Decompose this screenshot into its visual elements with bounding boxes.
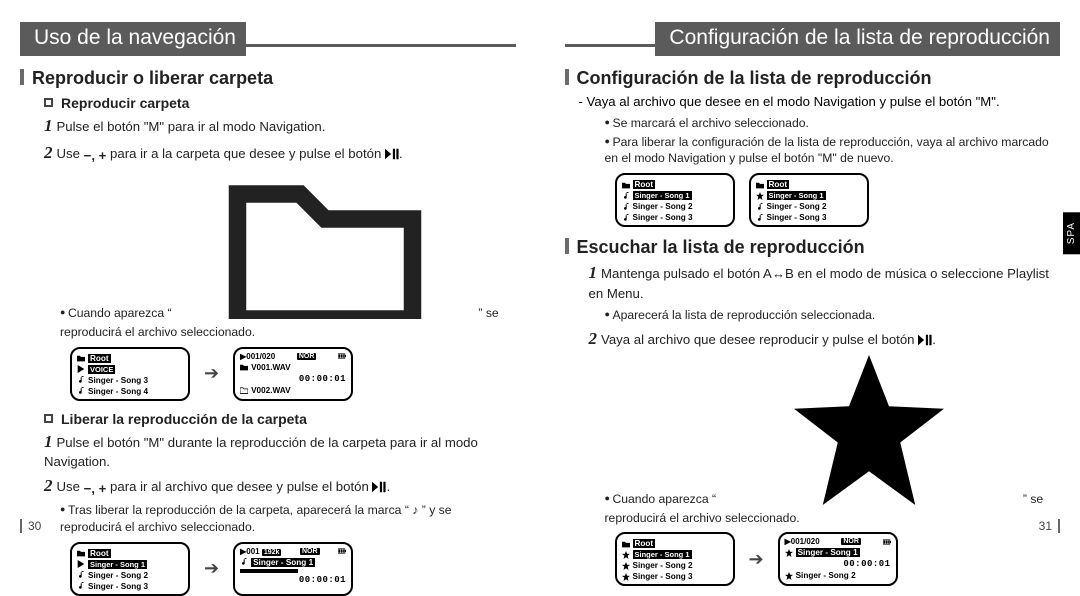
- running-head-text: Configuración de la lista de reproducció…: [655, 22, 1060, 56]
- folder-icon: [175, 169, 475, 324]
- lcd-thumbnail: Root Singer - Song 1 Singer - Song 2 Sin…: [615, 532, 735, 586]
- lcd-thumbnail: Root Singer - Song 1 Singer - Song 2 Sin…: [749, 173, 869, 227]
- arrow-icon: ➔: [204, 558, 219, 579]
- page-number: 31: [1039, 519, 1060, 533]
- lcd-row: Root Singer - Song 1 Singer - Song 2 Sin…: [70, 542, 516, 596]
- arrow-icon: ➔: [204, 363, 219, 384]
- lcd-thumbnail: Root VOICE Singer - Song 3 Singer - Song…: [70, 347, 190, 401]
- lcd-row: Root Singer - Song 1 Singer - Song 2 Sin…: [615, 532, 1061, 586]
- note-bullet: Se marcará el archivo seleccionado.: [605, 115, 1061, 132]
- running-head-left: Uso de la navegación: [20, 22, 516, 56]
- minus-plus-icon: −, +: [84, 480, 107, 498]
- star-icon: [719, 355, 1019, 510]
- subsection-heading: Liberar la reproducción de la carpeta: [44, 411, 516, 427]
- subsection-heading: Reproducir carpeta: [44, 95, 516, 111]
- step: 1Pulse el botón "M" durante la reproducc…: [44, 431, 516, 472]
- step: 1Mantenga pulsado el botón A↔B en el mod…: [589, 262, 1061, 303]
- note-bullet: Cuando aparezca “ ” se reproducirá el ar…: [60, 169, 516, 341]
- page-right: Configuración de la lista de reproducció…: [541, 22, 1061, 527]
- lcd-row: Root VOICE Singer - Song 3 Singer - Song…: [70, 347, 516, 401]
- minus-plus-icon: −, +: [84, 147, 107, 165]
- note-bullet: Tras liberar la reproducción de la carpe…: [60, 502, 516, 536]
- lcd-thumbnail: ▶001 192kNOR Singer - Song 1 00:00:01: [233, 542, 353, 596]
- section-heading: Configuración de la lista de reproducció…: [565, 68, 1061, 89]
- play-pause-icon: [385, 147, 399, 165]
- step: 2Use −, + para ir a la carpeta que desee…: [44, 142, 516, 165]
- lcd-thumbnail: Root Singer - Song 1 Singer - Song 2 Sin…: [615, 173, 735, 227]
- lcd-thumbnail: Root Singer - Song 1 Singer - Song 2 Sin…: [70, 542, 190, 596]
- note-bullet: Cuando aparezca “ ” se reproducirá el ar…: [605, 355, 1061, 527]
- note-bullet: Aparecerá la lista de reproducción selec…: [605, 307, 1061, 324]
- note-bullet: Para liberar la configuración de la list…: [605, 134, 1061, 168]
- page-number: 30: [20, 519, 41, 533]
- play-pause-icon: [372, 480, 386, 498]
- language-tab: SPA: [1063, 212, 1080, 254]
- running-head-right: Configuración de la lista de reproducció…: [565, 22, 1061, 56]
- step: 2Vaya al archivo que desee reproducir y …: [589, 328, 1061, 351]
- arrow-icon: ➔: [749, 549, 764, 570]
- running-head-text: Uso de la navegación: [20, 22, 246, 56]
- step: 1Pulse el botón "M" para ir al modo Navi…: [44, 115, 516, 138]
- play-pause-icon: [918, 333, 932, 351]
- page-left: Uso de la navegación Reproducir o libera…: [20, 22, 541, 527]
- lcd-thumbnail: ▶001/020NOR V001.WAV 00:00:01 V002.WAV: [233, 347, 353, 401]
- intro-line: - Vaya al archivo que desee en el modo N…: [589, 93, 1061, 111]
- lcd-thumbnail: ▶001/020NOR Singer - Song 1 00:00:01 Sin…: [778, 532, 898, 586]
- section-heading: Escuchar la lista de reproducción: [565, 237, 1061, 258]
- lcd-row: Root Singer - Song 1 Singer - Song 2 Sin…: [615, 173, 1061, 227]
- step: 2Use −, + para ir al archivo que desee y…: [44, 475, 516, 498]
- section-heading: Reproducir o liberar carpeta: [20, 68, 516, 89]
